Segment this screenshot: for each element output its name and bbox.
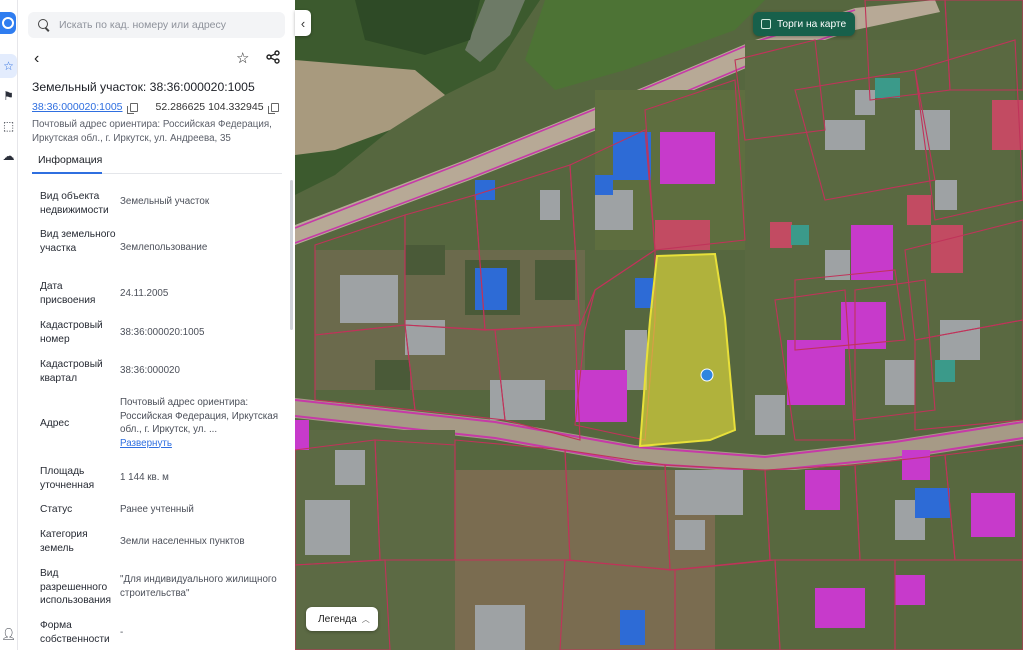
info-key: Категория земель	[40, 529, 88, 554]
panel-toolbar: ‹ ☆	[28, 48, 285, 70]
search-box[interactable]	[28, 12, 285, 38]
select-area-icon[interactable]: ⬚	[0, 114, 17, 138]
copy-icon[interactable]	[267, 102, 279, 114]
star-icon[interactable]: ☆	[0, 54, 17, 78]
info-value: "Для индивидуального жилищного строитель…	[120, 574, 277, 599]
info-key: Вид земельного участка	[40, 229, 116, 254]
chevron-up-icon: ︿	[361, 614, 370, 624]
expand-address-link[interactable]: Развернуть	[120, 437, 285, 451]
info-value: Ранее учтенный	[120, 504, 194, 515]
app-root: ☆ ⚑ ⬚ ☁ 👤︎ ‹ ☆ Земельный участок: 38:36:…	[0, 0, 1023, 650]
info-key: Адрес	[40, 418, 70, 429]
logo-icon[interactable]	[0, 12, 16, 34]
legend-label: Легенда	[318, 613, 357, 625]
object-panel: ‹ ☆ Земельный участок: 38:36:000020:1005…	[18, 0, 295, 650]
postal-address: Почтовый адрес ориентира: Российская Фед…	[32, 119, 272, 144]
copy-icon[interactable]	[126, 102, 138, 114]
info-value: Земли населенных пунктов	[120, 536, 245, 547]
collapse-panel-button[interactable]: ‹	[295, 10, 311, 36]
flag-icon[interactable]: ⚑	[0, 84, 17, 108]
info-key: Статус	[40, 504, 73, 515]
info-key: Кадастровый номер	[40, 320, 103, 345]
info-value: Почтовый адрес ориентира: Российская Фед…	[120, 396, 285, 450]
tab-bar: Информация	[32, 150, 282, 174]
star-icon[interactable]: ☆	[236, 49, 249, 67]
info-key: Дата присвоения	[40, 281, 96, 306]
tab-info[interactable]: Информация	[38, 154, 102, 166]
satellite-map[interactable]: Торги на карте Легенда ︿	[295, 0, 1023, 650]
address-value: Почтовый адрес ориентира: Российская Фед…	[120, 397, 279, 435]
info-key: Кадастровый квартал	[40, 359, 103, 384]
panel-scrollbar[interactable]	[290, 180, 293, 330]
info-value: 38:36:000020	[120, 365, 180, 376]
active-tab-indicator	[32, 172, 102, 174]
coordinates: 52.286625 104.332945	[155, 101, 264, 113]
share-icon[interactable]	[266, 50, 280, 64]
info-key: Вид объекта недвижимости	[40, 191, 109, 216]
chevron-left-icon[interactable]: ‹	[34, 50, 39, 68]
info-value: Земельный участок	[120, 196, 210, 207]
map-canvas[interactable]	[295, 0, 1023, 650]
legend-button[interactable]: Легенда ︿	[306, 607, 378, 631]
info-value: 38:36:000020:1005	[120, 327, 205, 338]
cad-number-link[interactable]: 38:36:000020:1005	[32, 101, 123, 113]
info-value: Землепользование	[120, 242, 208, 253]
object-identifiers: 38:36:000020:1005 52.286625 104.332945	[32, 101, 279, 114]
checkbox-icon[interactable]	[761, 19, 771, 29]
left-rail: ☆ ⚑ ⬚ ☁ 👤︎	[0, 0, 18, 650]
object-title: Земельный участок: 38:36:000020:1005	[32, 80, 255, 94]
search-input[interactable]	[59, 19, 279, 31]
info-key: Форма собственности	[40, 620, 110, 645]
info-key: Вид разрешенного использования	[40, 568, 112, 606]
user-icon[interactable]: 👤︎	[0, 622, 17, 646]
info-value: -	[120, 627, 124, 638]
info-value: 1 144 кв. м	[120, 472, 169, 483]
info-key: Площадь уточненная	[40, 466, 95, 491]
parcel-marker[interactable]	[700, 368, 714, 382]
auction-label: Торги на карте	[777, 18, 847, 30]
cloud-icon[interactable]: ☁	[0, 144, 17, 168]
info-value: 24.11.2005	[120, 288, 169, 299]
auction-toggle[interactable]: Торги на карте	[753, 12, 856, 36]
search-icon	[38, 18, 51, 32]
